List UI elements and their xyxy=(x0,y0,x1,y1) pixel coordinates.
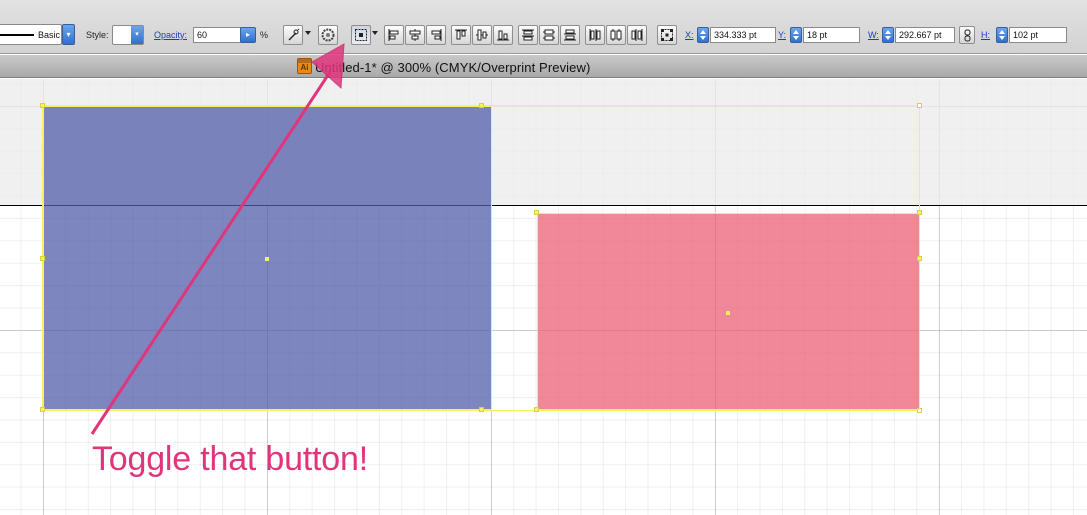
reference-point-dropdown[interactable] xyxy=(372,31,378,35)
align-vertical-center-button[interactable] xyxy=(472,25,492,45)
distribute-top-icon xyxy=(522,29,534,41)
pink-handle-top-right[interactable] xyxy=(917,210,922,215)
align-horizontal-center-button[interactable] xyxy=(405,25,425,45)
y-label[interactable]: Y: xyxy=(778,30,786,40)
w-stepper[interactable] xyxy=(882,27,894,43)
pink-center-point xyxy=(726,311,730,315)
distribute-right-button[interactable] xyxy=(627,25,647,45)
h-stepper[interactable] xyxy=(996,27,1008,43)
distribute-left-icon xyxy=(589,29,601,41)
align-horizontal-center-icon xyxy=(409,29,421,41)
selection-handle-top-left[interactable] xyxy=(40,103,45,108)
reference-point-icon xyxy=(355,29,367,41)
h-label[interactable]: H: xyxy=(981,30,990,40)
annotation-text: Toggle that button! xyxy=(92,440,368,478)
reference-grid-icon xyxy=(661,29,673,41)
stroke-style-swatch[interactable]: Basic xyxy=(0,24,62,45)
align-left-button[interactable] xyxy=(384,25,404,45)
style-label: Style: xyxy=(86,30,109,40)
distribute-top-button[interactable] xyxy=(518,25,538,45)
y-input[interactable]: 18 pt xyxy=(803,27,860,43)
selection-handle-mid-left[interactable] xyxy=(40,256,45,261)
distribute-bottom-icon xyxy=(564,29,576,41)
distribute-left-button[interactable] xyxy=(585,25,605,45)
document-title: Untitled-1* @ 300% (CMYK/Overprint Previ… xyxy=(315,60,591,75)
pink-handle-mid-right[interactable] xyxy=(917,256,922,261)
w-input[interactable]: 292.667 pt xyxy=(895,27,955,43)
distribute-vertical-center-button[interactable] xyxy=(539,25,559,45)
align-top-icon xyxy=(455,29,467,40)
opacity-input[interactable]: 60 xyxy=(193,27,241,43)
distribute-horizontal-center-icon xyxy=(610,29,622,41)
reference-point-button[interactable] xyxy=(351,25,371,45)
pink-handle-bottom-left[interactable] xyxy=(534,407,539,412)
select-similar-button[interactable] xyxy=(283,25,303,45)
distribute-vertical-center-icon xyxy=(543,29,555,41)
select-similar-dropdown[interactable] xyxy=(305,31,311,35)
align-right-icon xyxy=(431,29,442,41)
stroke-style-label: Basic xyxy=(38,30,61,40)
w-label[interactable]: W: xyxy=(868,30,879,40)
x-input[interactable]: 334.333 pt xyxy=(710,27,776,43)
control-bar: Basic ▾ Style: ▾ Opacity: 60 ▸ % X: 334.… xyxy=(0,0,1087,54)
link-icon xyxy=(964,29,971,42)
distribute-horizontal-center-button[interactable] xyxy=(606,25,626,45)
bounding-box-handle-bottom-right[interactable] xyxy=(917,408,922,413)
recolor-artwork-button[interactable] xyxy=(318,25,338,45)
distribute-right-icon xyxy=(631,29,643,41)
align-bottom-icon xyxy=(497,30,509,41)
y-stepper[interactable] xyxy=(790,27,802,43)
opacity-unit: % xyxy=(260,30,269,40)
graphic-style-picker[interactable]: ▾ xyxy=(112,25,144,45)
x-stepper[interactable] xyxy=(697,27,709,43)
align-left-icon xyxy=(388,29,399,41)
align-vertical-center-icon xyxy=(476,29,488,41)
bounding-box-handle-top-right[interactable] xyxy=(917,103,922,108)
distribute-bottom-button[interactable] xyxy=(560,25,580,45)
illustrator-file-icon: Ai xyxy=(297,58,312,74)
transform-reference-grid-button[interactable] xyxy=(657,25,677,45)
selection-handle-bottom-mid[interactable] xyxy=(479,407,484,412)
x-label[interactable]: X: xyxy=(685,30,694,40)
chevron-down-icon: ▾ xyxy=(131,26,143,44)
h-input[interactable]: 102 pt xyxy=(1009,27,1067,43)
stroke-line-preview xyxy=(0,34,34,36)
constrain-proportions-button[interactable] xyxy=(959,26,975,44)
blue-center-point xyxy=(265,257,269,261)
selection-handle-bottom-left[interactable] xyxy=(40,407,45,412)
align-bottom-button[interactable] xyxy=(493,25,513,45)
align-right-button[interactable] xyxy=(426,25,446,45)
opacity-link[interactable]: Opacity: xyxy=(154,30,187,40)
align-top-button[interactable] xyxy=(451,25,471,45)
color-wheel-icon xyxy=(321,28,335,42)
selection-handle-top-mid[interactable] xyxy=(479,103,484,108)
stroke-style-dropdown[interactable]: ▾ xyxy=(62,24,75,45)
document-title-bar: Ai Untitled-1* @ 300% (CMYK/Overprint Pr… xyxy=(0,55,1087,78)
magic-wand-icon xyxy=(288,28,300,41)
opacity-slider-button[interactable]: ▸ xyxy=(240,27,256,43)
pink-handle-top-left[interactable] xyxy=(534,210,539,215)
